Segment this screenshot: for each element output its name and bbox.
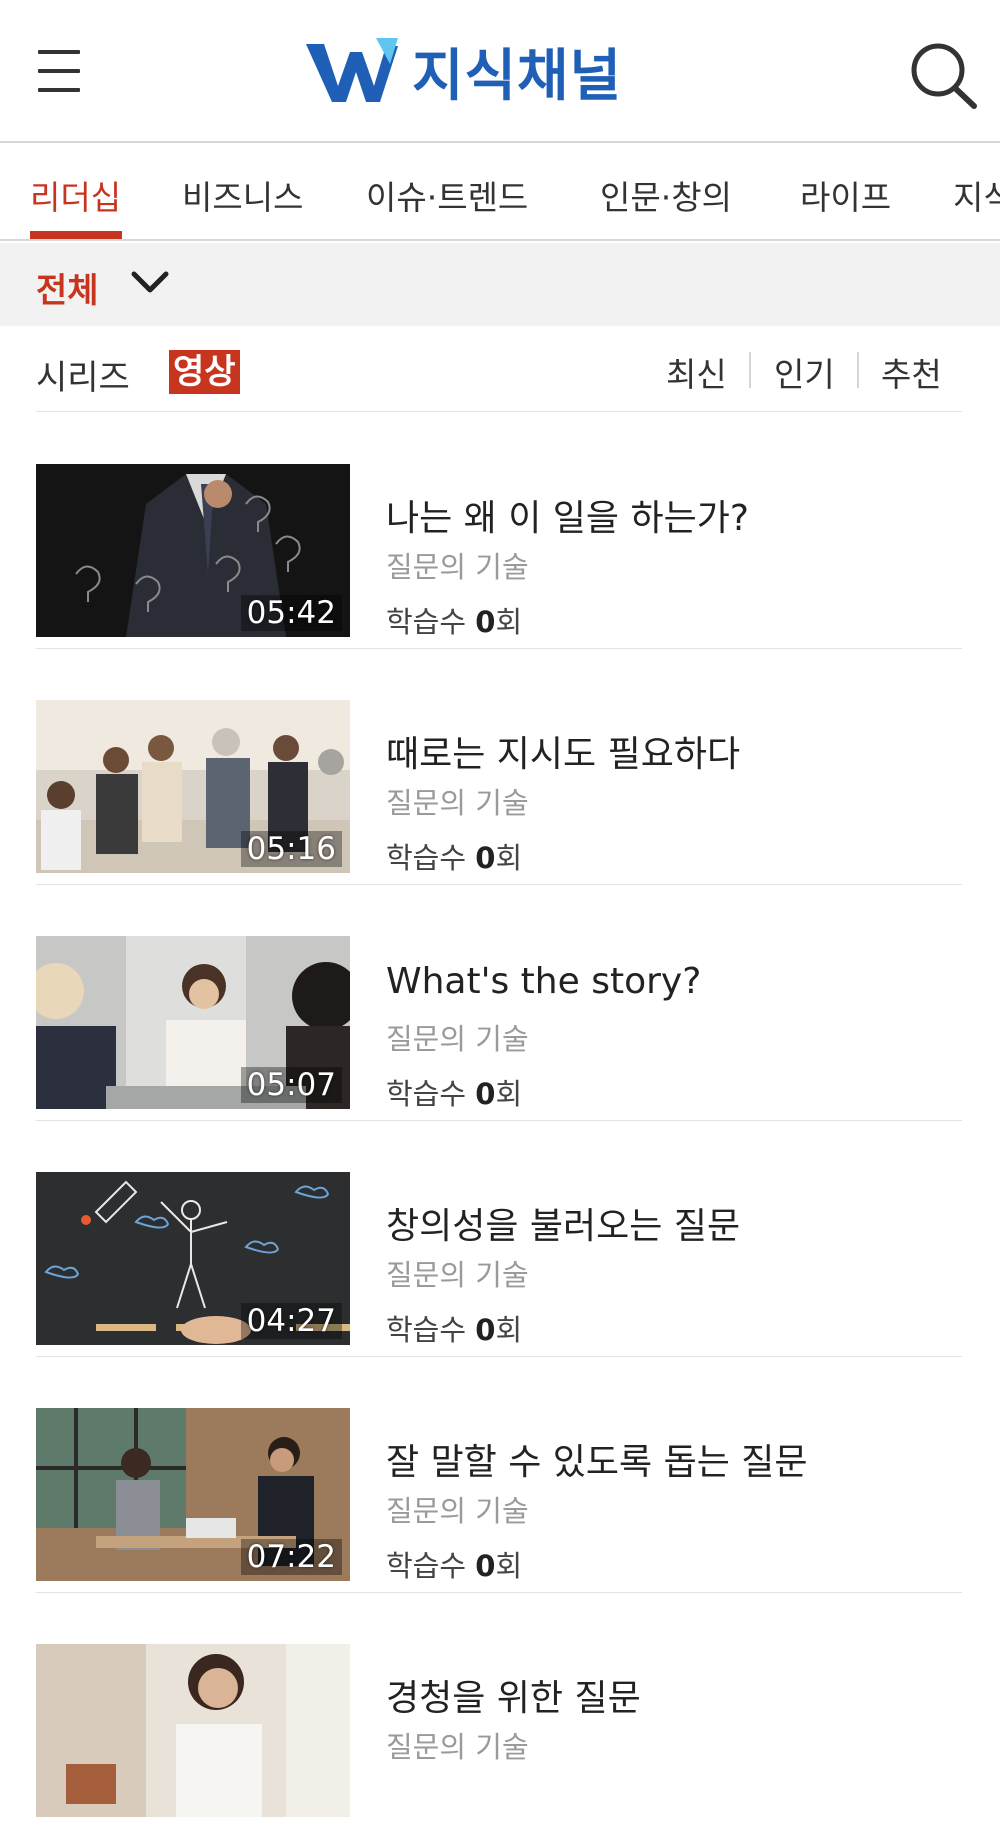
tab-life[interactable]: 라이프 [800,171,891,219]
tab-knowledge[interactable]: 지식 [953,171,1000,219]
filter-selected-label: 전체 [36,271,99,311]
view-count: 학습수 0회 [386,841,523,875]
filter-dropdown[interactable]: 전체 [0,243,1000,326]
video-title[interactable]: 경청을 위한 질문 [386,1669,641,1721]
video-duration: 05:16 [240,831,342,867]
hamburger-menu-icon[interactable] [38,48,82,94]
tab-leadership[interactable]: 리더십 [30,171,121,219]
video-thumbnail[interactable]: 05:16 [36,700,350,873]
video-title[interactable]: 나는 왜 이 일을 하는가? [386,489,749,541]
sort-divider [749,352,751,388]
tab-issue-trend[interactable]: 이슈·트렌드 [366,171,528,219]
chevron-down-icon [131,271,169,293]
video-list-item[interactable]: 04:27 창의성을 불러오는 질문 질문의 기술 학습수 0회 [36,1121,962,1357]
sort-popular[interactable]: 인기 [774,348,835,396]
content-type-nav: 시리즈 영상 최신 인기 추천 [36,330,962,412]
brand-logo[interactable]: 지식채널 [306,36,622,109]
video-thumbnail[interactable]: 07:22 [36,1408,350,1581]
video-thumbnail[interactable]: 05:07 [36,936,350,1109]
video-title[interactable]: What's the story? [386,961,701,1002]
view-count: 학습수 0회 [386,1313,523,1347]
video-duration: 07:22 [240,1539,342,1575]
series-tab[interactable]: 시리즈 [36,350,130,399]
video-series: 질문의 기술 [386,550,529,584]
video-series: 질문의 기술 [386,1730,529,1764]
active-tab-indicator [30,231,122,239]
app-header: 지식채널 [0,0,1000,143]
video-title[interactable]: 잘 말할 수 있도록 돕는 질문 [386,1433,808,1485]
video-thumbnail[interactable]: 04:27 [36,1172,350,1345]
video-list-item[interactable]: 경청을 위한 질문 질문의 기술 [36,1593,962,1829]
video-thumbnail[interactable]: 05:42 [36,464,350,637]
video-series: 질문의 기술 [386,1494,529,1528]
video-series: 질문의 기술 [386,1022,529,1056]
view-count: 학습수 0회 [386,1549,523,1583]
video-duration: 05:42 [240,595,342,631]
sort-latest[interactable]: 최신 [666,348,727,396]
video-series: 질문의 기술 [386,786,529,820]
video-duration: 05:07 [240,1067,342,1103]
video-tab[interactable]: 영상 [169,350,240,394]
category-tabs: 리더십 비즈니스 이슈·트렌드 인문·창의 라이프 지식 [0,145,1000,241]
video-list-item[interactable]: 05:07 What's the story? 질문의 기술 학습수 0회 [36,885,962,1121]
video-list-item[interactable]: 07:22 잘 말할 수 있도록 돕는 질문 질문의 기술 학습수 0회 [36,1357,962,1593]
video-series: 질문의 기술 [386,1258,529,1292]
video-duration: 04:27 [240,1303,342,1339]
logo-w-icon [306,38,398,102]
logo-text: 지식채널 [412,43,623,109]
video-title[interactable]: 때로는 지시도 필요하다 [386,725,740,777]
sort-divider [857,352,859,388]
thinking-woman-image [36,1644,350,1817]
video-thumbnail[interactable] [36,1644,350,1817]
video-title[interactable]: 창의성을 불러오는 질문 [386,1197,740,1249]
tab-humanities[interactable]: 인문·창의 [600,171,732,219]
video-list-item[interactable]: 05:16 때로는 지시도 필요하다 질문의 기술 학습수 0회 [36,649,962,885]
video-list-item[interactable]: 05:42 나는 왜 이 일을 하는가? 질문의 기술 학습수 0회 [36,413,962,649]
sort-recommended[interactable]: 추천 [881,348,942,396]
tab-business[interactable]: 비즈니스 [182,171,303,219]
view-count: 학습수 0회 [386,1077,523,1111]
view-count: 학습수 0회 [386,605,523,639]
search-icon[interactable] [908,40,980,110]
